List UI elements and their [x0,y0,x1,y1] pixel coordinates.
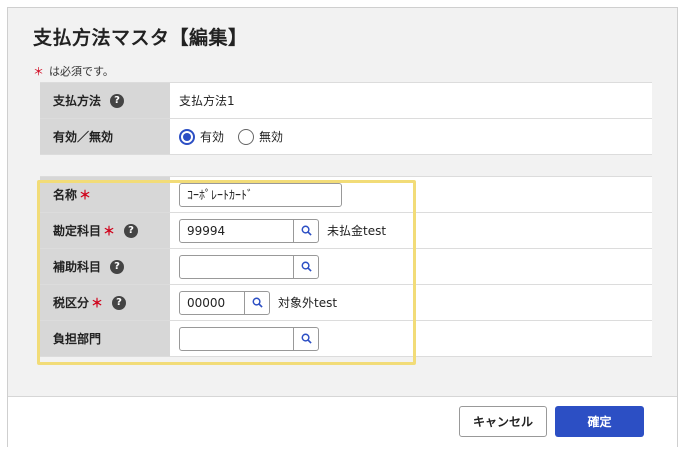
row-account: 勘定科目＊ ? 99994 未払金test [40,213,652,249]
account-lookup: 99994 [179,218,319,243]
payment-method-label: 支払方法 ? [40,83,170,118]
account-code-input[interactable]: 99994 [180,219,294,242]
tax-lookup: 00000 [179,290,270,315]
department-lookup [179,326,319,351]
row-name: 名称＊ ｺｰﾎﾟﾚｰﾄｶｰﾄﾞ [40,177,652,213]
search-icon[interactable] [294,220,318,242]
radio-active-label: 有効 [200,130,225,144]
search-icon[interactable] [294,328,318,350]
radio-inactive-circle[interactable] [238,128,255,145]
cancel-button[interactable]: キャンセル [459,406,547,437]
question-circle-icon[interactable]: ? [112,295,127,310]
active-radio-group: 有効 無効 [170,119,652,154]
tax-name: 対象外test [278,296,338,310]
radio-active-circle[interactable] [179,128,195,145]
row-active: 有効／無効 有効 無効 [40,119,652,155]
dialog-footer: キャンセル 確定 [8,396,677,447]
row-payment-method: 支払方法 ? 支払方法1 [40,83,652,119]
radio-inactive[interactable]: 無効 [238,128,283,145]
sub-account-input[interactable] [180,255,294,278]
department-label: 負担部門 [40,321,170,356]
tax-code-input[interactable]: 00000 [180,291,245,314]
tax-label: 税区分＊ ? [40,285,170,320]
required-star: ＊ [103,224,116,238]
sub-account-lookup [179,254,319,279]
basic-info-table: 支払方法 ? 支払方法1 有効／無効 有効 無効 [40,82,652,155]
department-input[interactable] [180,327,294,350]
required-note-text: は必須です。 [49,65,114,78]
detail-form-table: 名称＊ ｺｰﾎﾟﾚｰﾄｶｰﾄﾞ 勘定科目＊ ? 99994 未払金test 補助… [40,176,652,357]
row-tax: 税区分＊ ? 00000 対象外test [40,285,652,321]
question-circle-icon[interactable]: ? [110,259,125,274]
required-note: ＊ は必須です。 [33,63,114,79]
sub-account-label: 補助科目 ? [40,249,170,284]
required-star: ＊ [91,296,104,310]
account-label: 勘定科目＊ ? [40,213,170,248]
dialog-title: 支払方法マスタ【編集】 [33,27,248,49]
row-sub-account: 補助科目 ? [40,249,652,285]
active-label: 有効／無効 [40,119,170,154]
required-note-star: ＊ [33,65,44,78]
question-circle-icon[interactable]: ? [110,93,125,108]
payment-method-value: 支払方法1 [170,83,652,118]
radio-active[interactable]: 有効 [179,128,224,145]
row-department: 負担部門 [40,321,652,357]
name-label: 名称＊ [40,177,170,212]
question-circle-icon[interactable]: ? [124,223,139,238]
radio-inactive-label: 無効 [259,130,284,144]
edit-dialog: 支払方法マスタ【編集】 ＊ は必須です。 支払方法 ? 支払方法1 有効／無効 有… [7,7,678,447]
required-star: ＊ [79,188,92,202]
search-icon[interactable] [245,292,269,314]
confirm-button[interactable]: 確定 [555,406,644,437]
search-icon[interactable] [294,256,318,278]
account-name: 未払金test [327,224,387,238]
name-input[interactable]: ｺｰﾎﾟﾚｰﾄｶｰﾄﾞ [179,182,342,207]
